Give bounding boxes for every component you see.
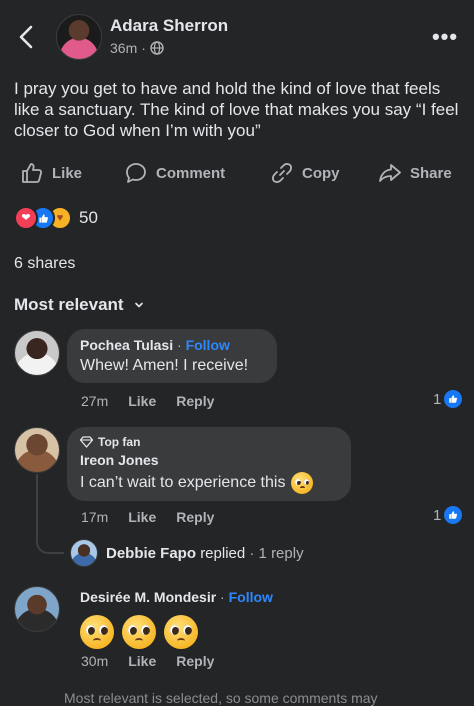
- meta-separator: ·: [141, 40, 146, 56]
- author-avatar[interactable]: [56, 14, 102, 60]
- share-arrow-icon: [378, 161, 402, 185]
- view-replies-link[interactable]: Debbie Fapo replied · 1 reply: [70, 539, 304, 567]
- link-icon: [270, 161, 294, 185]
- thumbs-up-icon: [20, 161, 44, 185]
- comment-bubble: Top fan Ireon Jones I can’t wait to expe…: [67, 427, 351, 501]
- comment-like-count[interactable]: 1: [433, 506, 463, 524]
- comment-actions: 17m Like Reply: [81, 509, 214, 525]
- comment-time[interactable]: 27m: [81, 393, 108, 409]
- pleading-face-emoji-icon: [164, 615, 198, 649]
- name-separator: ·: [220, 589, 225, 605]
- comment-reply-button[interactable]: Reply: [176, 509, 214, 525]
- like-label: Like: [52, 164, 83, 182]
- comment-like-button[interactable]: Like: [128, 393, 156, 409]
- share-button[interactable]: Share: [378, 160, 452, 186]
- comment-content: Desirée M. Mondesir · Follow: [80, 589, 273, 649]
- shares-count[interactable]: 6 shares: [14, 255, 75, 273]
- comment-time[interactable]: 17m: [81, 509, 108, 525]
- ellipsis-icon[interactable]: •••: [432, 24, 458, 50]
- like-button[interactable]: Like: [20, 160, 82, 186]
- chevron-down-icon: [134, 300, 144, 310]
- globe-icon: [150, 41, 164, 55]
- comment-time[interactable]: 30m: [81, 653, 108, 669]
- top-fan-label: Top fan: [98, 435, 141, 449]
- avatar: [70, 539, 98, 567]
- share-label: Share: [410, 164, 452, 182]
- avatar[interactable]: [14, 427, 60, 473]
- post-time[interactable]: 36m: [110, 40, 137, 56]
- commenter-name[interactable]: Ireon Jones: [80, 452, 338, 468]
- comment-bubble: Pochea Tulasi · Follow Whew! Amen! I rec…: [67, 329, 277, 383]
- reply-author-name: Debbie Fapo: [106, 544, 197, 562]
- comment-like-button[interactable]: Like: [128, 653, 156, 669]
- love-reaction-icon: ❤: [14, 206, 38, 230]
- comment-actions: 27m Like Reply: [81, 393, 214, 409]
- like-count: 1: [433, 506, 442, 524]
- commenter-name[interactable]: Desirée M. Mondesir: [80, 589, 216, 605]
- reaction-count: 50: [79, 208, 98, 227]
- avatar[interactable]: [14, 586, 60, 632]
- author-name[interactable]: Adara Sherron: [110, 16, 228, 36]
- like-count: 1: [433, 390, 442, 408]
- comment-label: Comment: [156, 164, 226, 182]
- comment-actions: 30m Like Reply: [81, 653, 214, 669]
- comment-button[interactable]: Comment: [124, 160, 225, 186]
- comment-reply-button[interactable]: Reply: [176, 653, 214, 669]
- commenter-name[interactable]: Pochea Tulasi: [80, 337, 173, 353]
- comment-text: I can’t wait to experience this: [80, 474, 286, 491]
- top-fan-badge: Top fan: [80, 435, 338, 449]
- follow-button[interactable]: Follow: [229, 589, 273, 605]
- avatar[interactable]: [14, 330, 60, 376]
- copy-button[interactable]: Copy: [270, 160, 340, 186]
- post-meta: 36m ·: [110, 40, 164, 56]
- comment-bubble-icon: [124, 161, 148, 185]
- diamond-icon: [80, 436, 93, 448]
- thumbs-up-badge-icon: [444, 506, 463, 524]
- pleading-face-emoji-icon: [291, 472, 314, 494]
- post-text: I pray you get to have and hold the kind…: [14, 79, 459, 140]
- comment-body: I can’t wait to experience this: [80, 472, 338, 494]
- back-arrow-icon[interactable]: [12, 22, 42, 52]
- comment-header: Pochea Tulasi · Follow: [80, 337, 264, 353]
- reactions-summary[interactable]: ❤ ♥ 50: [14, 206, 98, 230]
- comment-header: Desirée M. Mondesir · Follow: [80, 589, 273, 605]
- reply-count: · 1 reply: [249, 544, 304, 562]
- pleading-face-emoji-icon: [122, 615, 156, 649]
- thumbs-up-badge-icon: [444, 390, 463, 408]
- comment-reply-button[interactable]: Reply: [176, 393, 214, 409]
- reply-thread-line: [36, 474, 64, 554]
- pleading-face-emoji-icon: [80, 615, 114, 649]
- copy-label: Copy: [302, 164, 340, 182]
- comment-like-count[interactable]: 1: [433, 390, 463, 408]
- comment-sort-dropdown[interactable]: Most relevant: [14, 295, 144, 315]
- comment-like-button[interactable]: Like: [128, 509, 156, 525]
- emoji-only-comment: [80, 615, 273, 649]
- follow-button[interactable]: Follow: [186, 337, 230, 353]
- comment-text: Whew! Amen! I receive!: [80, 357, 249, 374]
- reply-action: replied: [200, 544, 246, 562]
- sort-label: Most relevant: [14, 295, 124, 314]
- name-separator: ·: [177, 337, 182, 353]
